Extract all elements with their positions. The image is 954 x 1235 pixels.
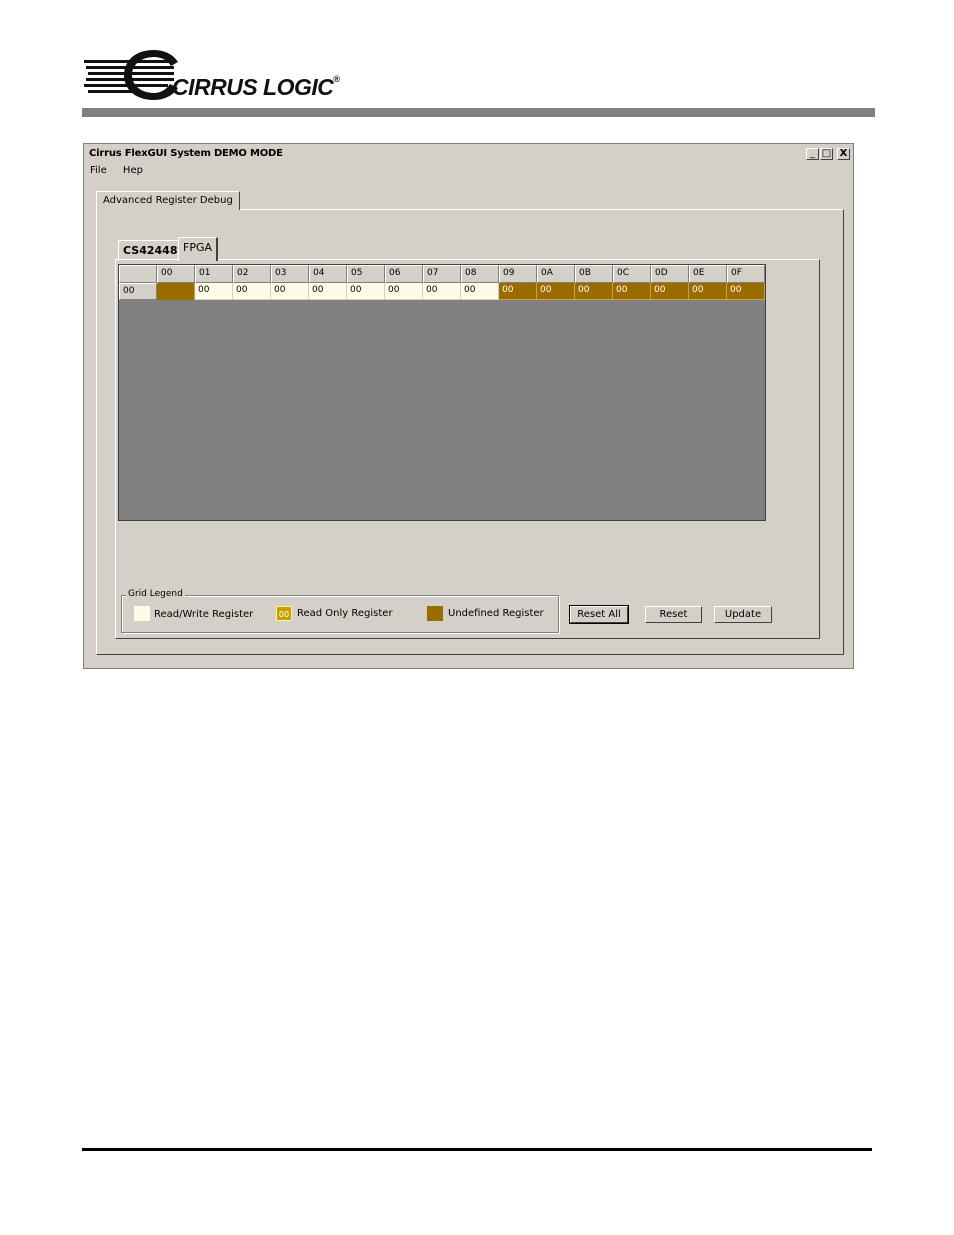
footer-rule bbox=[82, 1148, 872, 1151]
undefined-label: Undefined Register bbox=[448, 608, 544, 619]
register-cell[interactable]: 00 bbox=[423, 283, 461, 300]
register-cell[interactable]: 00 bbox=[309, 283, 347, 300]
column-header: 08 bbox=[461, 265, 499, 283]
minimize-button[interactable]: _ bbox=[806, 148, 819, 160]
register-cell[interactable]: 00 bbox=[233, 283, 271, 300]
row-header: 00 bbox=[119, 283, 157, 300]
read-only-swatch: 00 bbox=[276, 606, 292, 621]
column-header: 0F bbox=[727, 265, 765, 283]
register-cell-readonly: 00 bbox=[575, 283, 613, 300]
register-cell-undefined bbox=[157, 283, 195, 300]
column-header: 06 bbox=[385, 265, 423, 283]
column-header: 02 bbox=[233, 265, 271, 283]
register-cell-readonly: 00 bbox=[499, 283, 537, 300]
register-grid: 00 01 02 03 04 05 06 07 08 09 0A 0B 0C 0… bbox=[118, 264, 766, 521]
header-rule bbox=[82, 108, 875, 117]
column-header: 04 bbox=[309, 265, 347, 283]
reset-button[interactable]: Reset bbox=[645, 606, 702, 623]
register-cell[interactable]: 00 bbox=[461, 283, 499, 300]
column-header: 0E bbox=[689, 265, 727, 283]
column-header: 09 bbox=[499, 265, 537, 283]
tab-advanced-register-debug[interactable]: Advanced Register Debug bbox=[96, 191, 240, 210]
read-only-label: Read Only Register bbox=[297, 608, 393, 619]
grid-corner bbox=[119, 265, 157, 283]
column-header: 0C bbox=[613, 265, 651, 283]
maximize-button[interactable]: □ bbox=[820, 148, 833, 160]
reset-all-button[interactable]: Reset All bbox=[569, 605, 629, 624]
tab-cs42448[interactable]: CS42448 bbox=[118, 240, 182, 261]
menu-bar: File Hep bbox=[88, 165, 154, 181]
read-write-swatch bbox=[134, 606, 150, 621]
title-bar[interactable]: Cirrus FlexGUI System DEMO MODE _ □ X bbox=[86, 146, 851, 163]
column-header: 07 bbox=[423, 265, 461, 283]
column-header: 05 bbox=[347, 265, 385, 283]
column-header: 01 bbox=[195, 265, 233, 283]
update-button[interactable]: Update bbox=[714, 606, 772, 623]
menu-file[interactable]: File bbox=[88, 165, 109, 176]
register-cell[interactable]: 00 bbox=[385, 283, 423, 300]
app-window: Cirrus FlexGUI System DEMO MODE _ □ X Fi… bbox=[83, 143, 854, 669]
column-header: 03 bbox=[271, 265, 309, 283]
tab-fpga[interactable]: FPGA bbox=[178, 237, 219, 261]
register-cell-readonly: 00 bbox=[613, 283, 651, 300]
window-title: Cirrus FlexGUI System DEMO MODE bbox=[89, 148, 283, 159]
column-header: 00 bbox=[157, 265, 195, 283]
register-cell[interactable]: 00 bbox=[347, 283, 385, 300]
undefined-swatch bbox=[427, 606, 443, 621]
column-header: 0D bbox=[651, 265, 689, 283]
register-cell-readonly: 00 bbox=[689, 283, 727, 300]
register-cell[interactable]: 00 bbox=[195, 283, 233, 300]
grid-legend-title: Grid Legend bbox=[126, 589, 185, 599]
column-header: 0B bbox=[575, 265, 613, 283]
close-button[interactable]: X bbox=[837, 148, 850, 160]
read-write-label: Read/Write Register bbox=[154, 609, 254, 620]
register-cell-readonly: 00 bbox=[727, 283, 765, 300]
column-header: 0A bbox=[537, 265, 575, 283]
register-cell[interactable]: 00 bbox=[271, 283, 309, 300]
register-cell-readonly: 00 bbox=[651, 283, 689, 300]
register-cell-readonly: 00 bbox=[537, 283, 575, 300]
brand-name: CIRRUS LOGIC® bbox=[172, 74, 340, 100]
menu-help[interactable]: Hep bbox=[121, 165, 145, 176]
